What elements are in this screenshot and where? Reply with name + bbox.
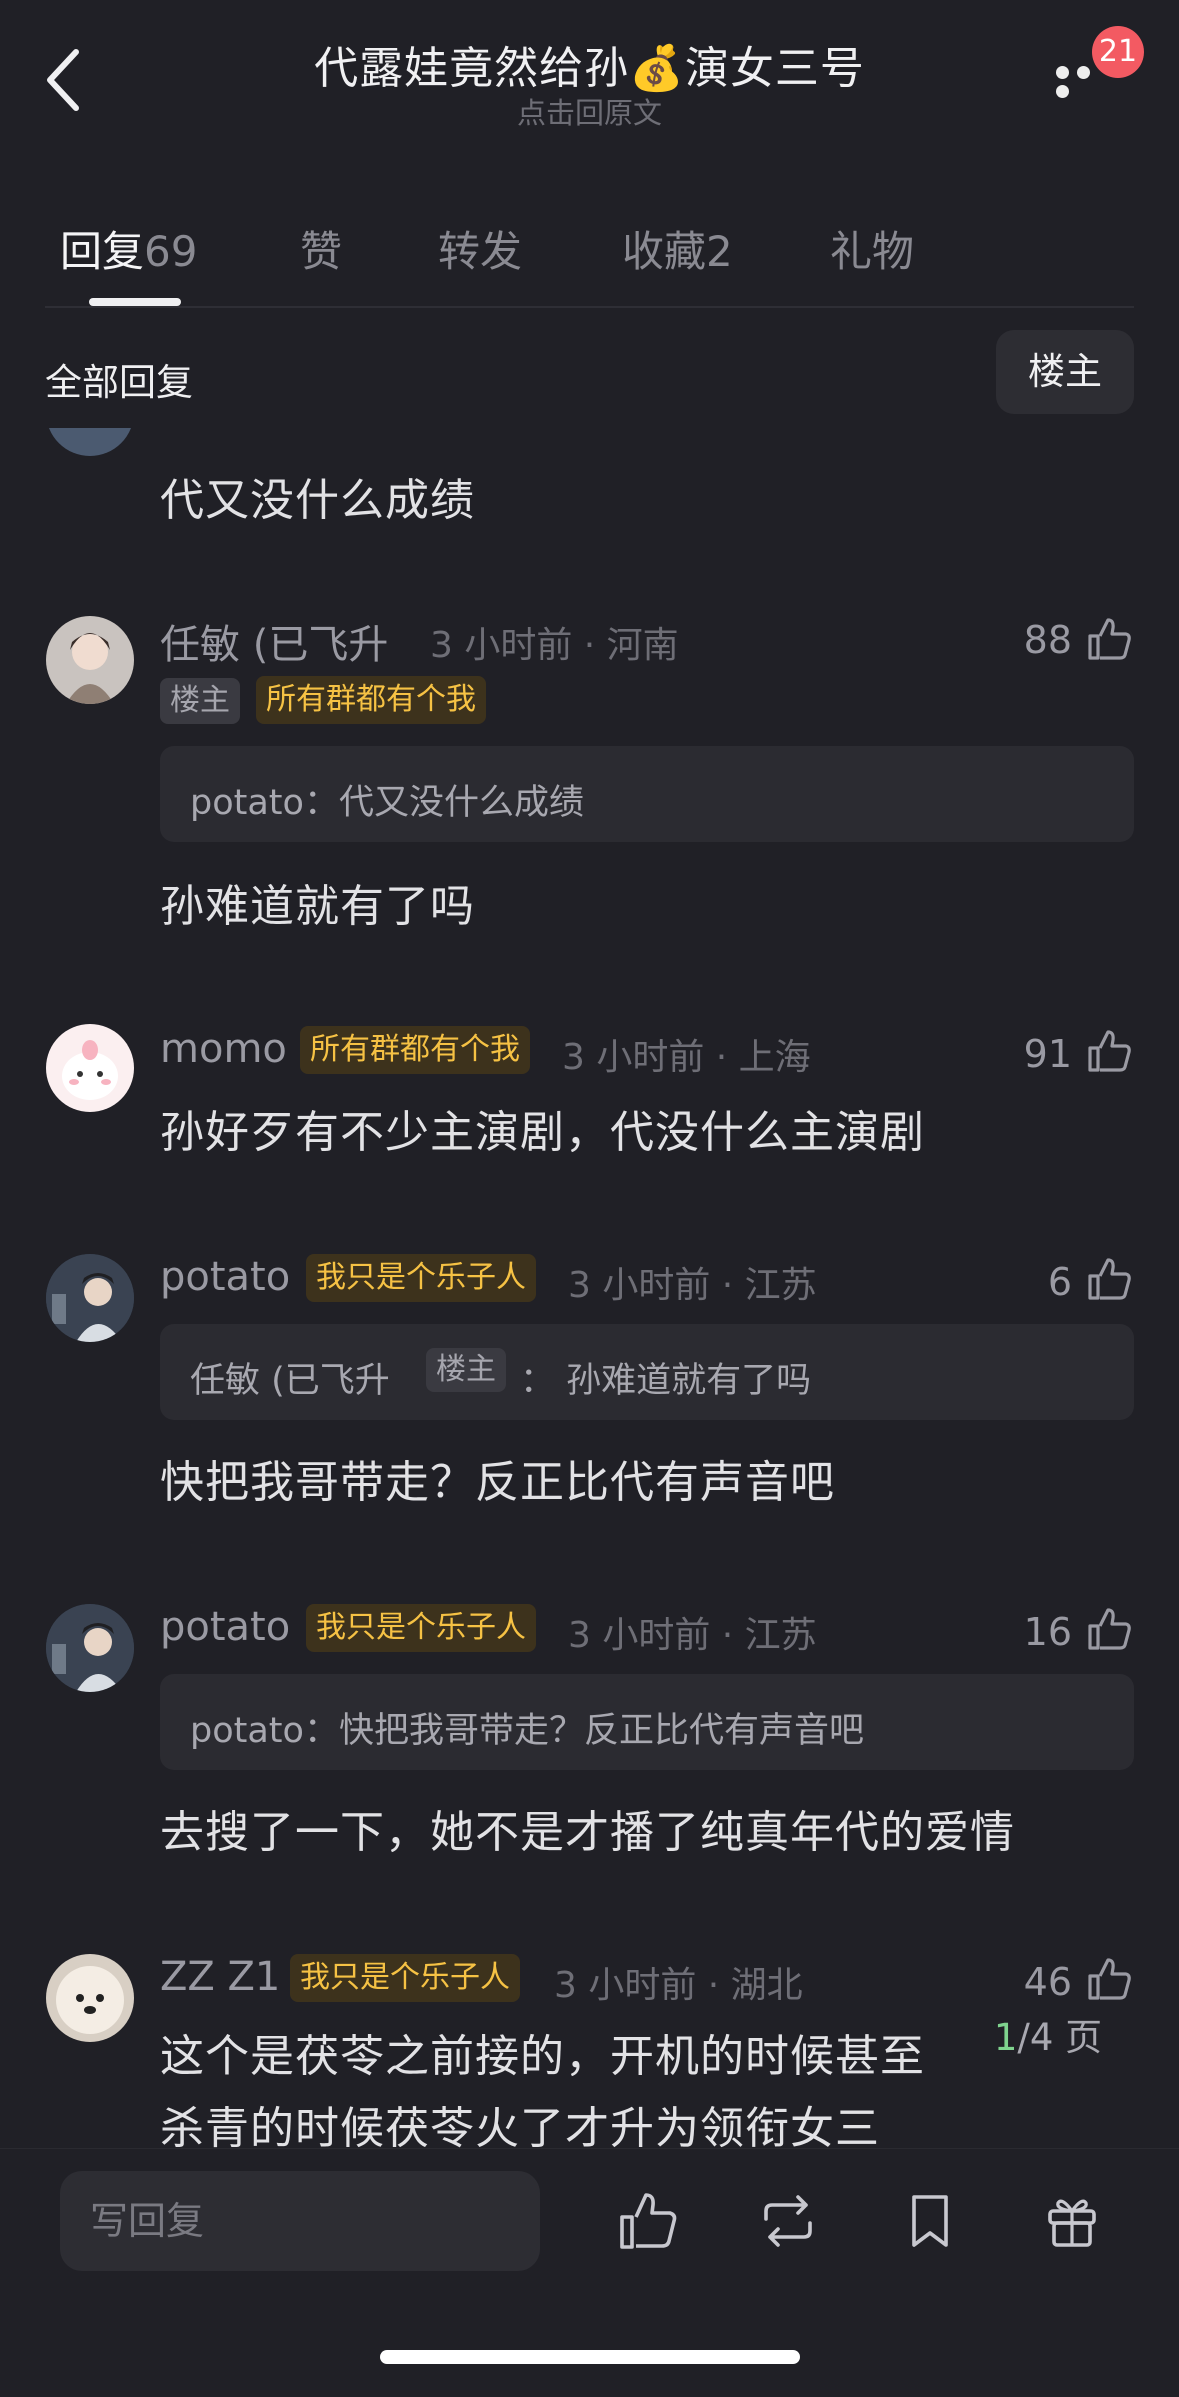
- avatar-bunny-icon: [62, 1040, 118, 1100]
- op-tag: 楼主: [426, 1348, 506, 1392]
- thumbs-up-icon[interactable]: [1084, 1026, 1134, 1076]
- avatar-portrait-icon: [46, 1254, 134, 1342]
- bookmark-icon[interactable]: [898, 2189, 962, 2253]
- like-count: 6: [1047, 1260, 1072, 1304]
- like-icon[interactable]: [616, 2189, 680, 2253]
- quoted-text: potato：快把我哥带走？反正比代有声音吧: [190, 1711, 864, 1751]
- time-location: 3 小时前 · 江苏: [568, 1265, 817, 1306]
- username[interactable]: ZZ Z1: [160, 1954, 280, 2000]
- avatar[interactable]: [46, 1254, 134, 1342]
- quoted-reply[interactable]: 任敏 (已飞升 楼主 ： 孙难道就有了吗: [160, 1324, 1134, 1420]
- tab-likes[interactable]: 赞: [300, 218, 342, 279]
- like-count: 91: [1023, 1032, 1072, 1076]
- time-location: 3 小时前 · 湖北: [554, 1965, 803, 2006]
- page-indicator[interactable]: 1/4 页: [958, 1990, 1138, 2086]
- tab-gifts[interactable]: 礼物: [830, 218, 914, 279]
- time-location: 3 小时前 · 江苏: [568, 1615, 817, 1656]
- username[interactable]: 任敏 (已飞升: [160, 612, 388, 670]
- avatar[interactable]: [46, 616, 134, 704]
- comment-text: 孙难道就有了吗: [160, 881, 475, 932]
- avatar[interactable]: [46, 428, 134, 456]
- post-title[interactable]: 代露娃竟然给孙💰演女三号: [0, 32, 1179, 96]
- comment-text-line: 这个是茯苓之前接的，开机的时候甚至: [160, 2031, 925, 2082]
- time-location: 3 小时前 · 上海: [562, 1037, 811, 1078]
- group-tag: 所有群都有个我: [256, 676, 486, 724]
- notification-badge: 21: [1092, 26, 1144, 78]
- comment-text: 代又没什么成绩: [160, 475, 475, 526]
- tab-replies[interactable]: 回复69: [60, 218, 197, 279]
- group-tag: 我只是个乐子人: [306, 1604, 536, 1652]
- comment-text-line: 杀青的时候茯苓火了才升为领衔女三: [160, 2103, 880, 2148]
- quoted-reply[interactable]: potato：快把我哥带走？反正比代有声音吧: [160, 1674, 1134, 1770]
- avatar[interactable]: [46, 1954, 134, 2042]
- avatar[interactable]: [46, 1024, 134, 1112]
- tab-favorites[interactable]: 收藏2: [622, 218, 733, 279]
- thumbs-up-icon[interactable]: [1084, 1604, 1134, 1654]
- like-count: 16: [1023, 1610, 1072, 1654]
- quoted-text: ： 孙难道就有了吗: [520, 1361, 812, 1401]
- avatar[interactable]: [46, 1604, 134, 1692]
- op-only-filter-button[interactable]: 楼主: [996, 330, 1134, 414]
- active-tab-indicator: [89, 298, 181, 306]
- more-dots-icon: [1056, 66, 1069, 79]
- tab-bar: 回复69 赞 转发 收藏2 礼物: [0, 200, 1179, 310]
- group-tag: 所有群都有个我: [300, 1026, 530, 1074]
- top-navigation-bar: 代露娃竟然给孙💰演女三号 点击回原文 21: [0, 0, 1179, 140]
- all-replies-label: 全部回复: [45, 361, 193, 404]
- avatar-dog-icon: [56, 1966, 124, 2034]
- thumbs-up-icon[interactable]: [1084, 1254, 1134, 1304]
- reply-input[interactable]: 写回复: [60, 2171, 540, 2271]
- username[interactable]: momo: [160, 1026, 287, 1072]
- avatar-portrait-icon: [46, 1604, 134, 1692]
- thumbs-up-icon[interactable]: [1084, 614, 1134, 664]
- like-count: 88: [1023, 618, 1072, 662]
- home-indicator: [380, 2350, 800, 2364]
- quoted-text: potato：代又没什么成绩: [190, 783, 584, 823]
- avatar-portrait-icon: [66, 633, 114, 704]
- repost-icon[interactable]: [756, 2189, 820, 2253]
- op-tag: 楼主: [160, 678, 240, 724]
- username[interactable]: potato: [160, 1604, 290, 1650]
- tab-reposts[interactable]: 转发: [438, 218, 522, 279]
- comment-text: 快把我哥带走？反正比代有声音吧: [160, 1457, 835, 1508]
- group-tag: 我只是个乐子人: [290, 1954, 520, 2002]
- divider: [45, 306, 1134, 308]
- gift-icon[interactable]: [1040, 2189, 1104, 2253]
- comment-text: 孙好歹有不少主演剧，代没什么主演剧: [160, 1107, 925, 1158]
- quoted-username: 任敏 (已飞升: [190, 1361, 390, 1401]
- time-location: 3 小时前 · 河南: [430, 625, 679, 666]
- comment-list[interactable]: 代又没什么成绩 任敏 (已飞升 3 小时前 · 河南 88 楼主 所有群都有个我…: [0, 428, 1179, 2148]
- group-tag: 我只是个乐子人: [306, 1254, 536, 1302]
- username[interactable]: potato: [160, 1254, 290, 1300]
- quoted-reply[interactable]: potato：代又没什么成绩: [160, 746, 1134, 842]
- back-to-original-link[interactable]: 点击回原文: [0, 90, 1179, 132]
- comment-text: 去搜了一下，她不是才播了纯真年代的爱情: [160, 1807, 1015, 1858]
